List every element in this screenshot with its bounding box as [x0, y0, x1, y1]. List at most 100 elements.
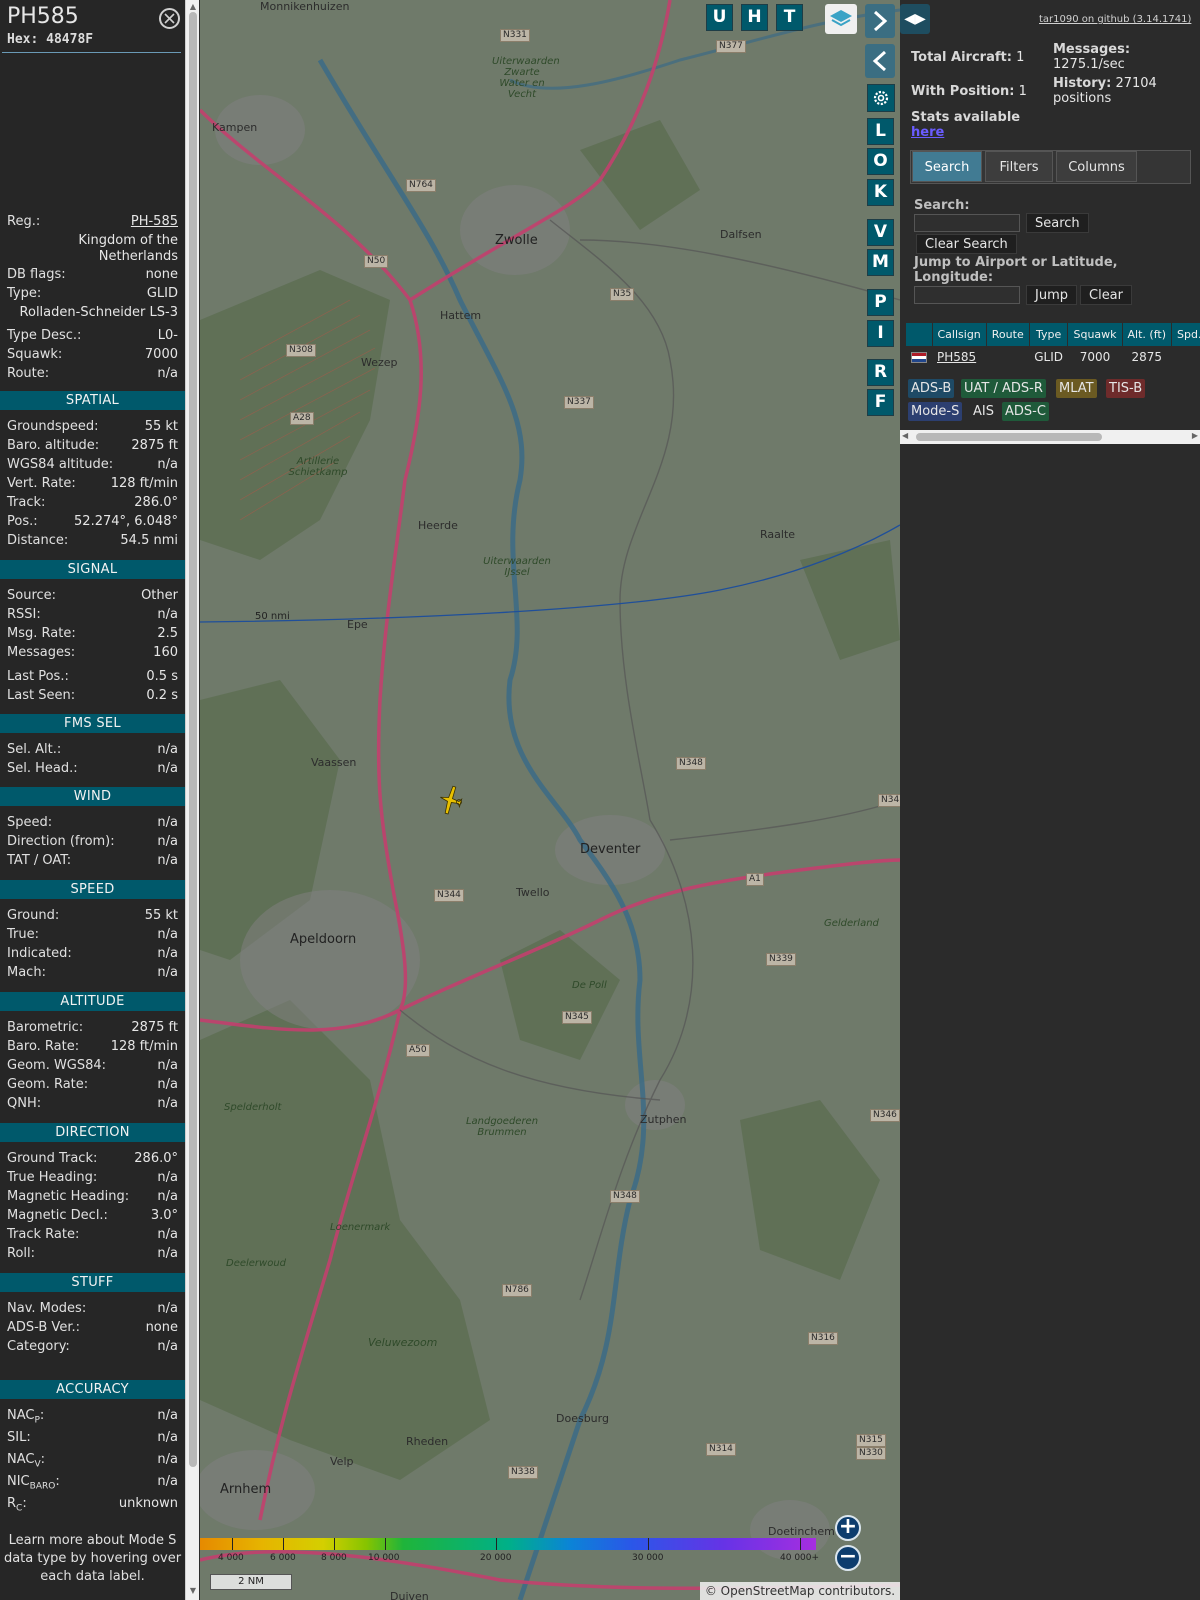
info-row-label[interactable]: Speed: — [7, 814, 52, 832]
info-row-label[interactable]: Ground Track: — [7, 1150, 97, 1168]
info-row-label[interactable]: Groundspeed: — [7, 418, 98, 436]
info-row-label[interactable]: QNH: — [7, 1095, 41, 1113]
column-header-callsign[interactable]: Callsign — [932, 323, 987, 346]
tab-filters[interactable]: Filters — [985, 151, 1053, 182]
close-icon[interactable] — [159, 8, 180, 29]
toggle-p-button[interactable]: P — [867, 289, 894, 316]
info-row-label[interactable]: Messages: — [7, 644, 75, 662]
info-row-label[interactable]: Track Rate: — [7, 1226, 79, 1244]
toggle-l-button[interactable]: L — [867, 118, 894, 145]
info-row-label[interactable]: Geom. Rate: — [7, 1076, 88, 1094]
column-header-squawk[interactable]: Squawk — [1067, 323, 1123, 346]
zoom-in-icon[interactable]: + — [835, 1515, 861, 1541]
info-scroll-thumb[interactable] — [189, 12, 197, 1467]
search-button[interactable]: Search — [1026, 213, 1089, 233]
info-row-label[interactable]: Vert. Rate: — [7, 475, 76, 493]
info-row-label[interactable]: Msg. Rate: — [7, 625, 76, 643]
section-header-wind[interactable]: WIND — [0, 787, 185, 806]
info-row-label[interactable]: Ground: — [7, 907, 59, 925]
zoom-out-icon[interactable]: − — [835, 1545, 861, 1571]
toggle-r-button[interactable]: R — [867, 359, 894, 386]
info-row-label[interactable]: RSSI: — [7, 606, 41, 624]
info-row-label[interactable]: Baro. Rate: — [7, 1038, 79, 1056]
clear-button[interactable]: Clear — [1080, 285, 1132, 305]
cell-callsign[interactable]: PH585 — [932, 346, 986, 367]
info-row-label[interactable]: Roll: — [7, 1245, 35, 1263]
chip-ais[interactable]: AIS — [970, 402, 997, 421]
section-header-signal[interactable]: SIGNAL — [0, 560, 185, 579]
info-row-label[interactable]: NACP: — [7, 1407, 44, 1430]
scroll-left-icon[interactable]: ◀ — [902, 431, 908, 440]
info-row-label[interactable]: TAT / OAT: — [7, 852, 71, 870]
toggle-k-button[interactable]: K — [867, 179, 894, 206]
table-row[interactable]: PH585 GLID 7000 2875 — [906, 346, 1200, 367]
expand-sidebar-icon[interactable] — [865, 4, 895, 38]
info-row-label[interactable]: Nav. Modes: — [7, 1300, 86, 1318]
toggle-i-button[interactable]: I — [867, 320, 894, 347]
column-header-altitude[interactable]: Alt. (ft) — [1122, 323, 1173, 346]
table-horizontal-scrollbar[interactable]: ◀ ▶ — [900, 430, 1200, 444]
info-row-label[interactable]: RC: — [7, 1495, 27, 1518]
info-row-label[interactable]: Magnetic Decl.: — [7, 1207, 108, 1225]
info-row-label[interactable]: NICBARO: — [7, 1473, 60, 1496]
toggle-o-button[interactable]: O — [867, 148, 894, 175]
info-row-label[interactable]: Source: — [7, 587, 56, 605]
clear-search-button[interactable]: Clear Search — [916, 234, 1017, 254]
toggle-u-button[interactable]: U — [706, 4, 733, 31]
toggle-h-button[interactable]: H — [741, 4, 768, 31]
chip-modes[interactable]: Mode-S — [908, 402, 963, 421]
chip-adsc[interactable]: ADS-C — [1002, 402, 1049, 421]
column-header-speed[interactable]: Spd. — [1171, 323, 1200, 346]
jump-button[interactable]: Jump — [1026, 285, 1077, 305]
info-row-label[interactable]: Pos.: — [7, 513, 38, 531]
scroll-up-icon[interactable]: ▲ — [188, 2, 198, 12]
map-view[interactable]: Kampen Zwolle Dalfsen Hattem Wezep Heerd… — [200, 0, 900, 1600]
info-row-label[interactable]: Last Seen: — [7, 687, 75, 705]
info-row-label[interactable]: True: — [7, 926, 39, 944]
column-header-type[interactable]: Type — [1029, 323, 1069, 346]
settings-gear-icon[interactable] — [867, 84, 895, 112]
toggle-v-button[interactable]: V — [867, 219, 894, 246]
tab-search[interactable]: Search — [912, 151, 982, 182]
toggle-f-button[interactable]: F — [867, 389, 894, 416]
stats-here-link[interactable]: here — [911, 125, 944, 140]
map-attribution[interactable]: © OpenStreetMap contributors. — [700, 1582, 900, 1600]
reg-link[interactable]: PH-585 — [131, 213, 178, 231]
h-scroll-thumb[interactable] — [916, 433, 1102, 441]
info-row-label[interactable]: Barometric: — [7, 1019, 83, 1037]
section-header-stuff[interactable]: STUFF — [0, 1273, 185, 1292]
info-row-label[interactable]: ADS-B Ver.: — [7, 1319, 80, 1337]
info-row-label[interactable]: Category: — [7, 1338, 70, 1356]
info-row-label[interactable]: True Heading: — [7, 1169, 97, 1187]
layers-icon[interactable] — [825, 4, 857, 34]
section-header-speed[interactable]: SPEED — [0, 880, 185, 899]
jump-input[interactable] — [914, 286, 1020, 304]
info-row-label[interactable]: Magnetic Heading: — [7, 1188, 129, 1206]
section-header-spatial[interactable]: SPATIAL — [0, 391, 185, 410]
info-row-label[interactable]: Direction (from): — [7, 833, 115, 851]
search-input[interactable] — [914, 214, 1020, 232]
info-row-label[interactable]: Baro. altitude: — [7, 437, 99, 455]
info-row-label[interactable]: Last Pos.: — [7, 668, 69, 686]
swap-sides-icon[interactable]: ◀▶ — [900, 4, 930, 34]
section-header-altitude[interactable]: ALTITUDE — [0, 992, 185, 1011]
info-row-label[interactable]: Distance: — [7, 532, 68, 550]
info-row-label[interactable]: Mach: — [7, 964, 46, 982]
chip-tisb[interactable]: TIS-B — [1106, 379, 1146, 398]
info-row-label[interactable]: SIL: — [7, 1429, 31, 1447]
section-header-fms[interactable]: FMS SEL — [0, 714, 185, 733]
section-header-accuracy[interactable]: ACCURACY — [0, 1380, 185, 1399]
info-row-label[interactable]: Sel. Head.: — [7, 760, 78, 778]
column-header-flag[interactable] — [906, 323, 933, 346]
info-row-label[interactable]: WGS84 altitude: — [7, 456, 113, 474]
toggle-t-button[interactable]: T — [776, 4, 803, 31]
info-row-label[interactable]: NACV: — [7, 1451, 45, 1474]
chip-mlat[interactable]: MLAT — [1056, 379, 1097, 398]
chip-adsb[interactable]: ADS-B — [908, 379, 955, 398]
scroll-right-icon[interactable]: ▶ — [1192, 431, 1198, 440]
scroll-down-icon[interactable]: ▼ — [188, 1586, 198, 1596]
chip-uat-adsr[interactable]: UAT / ADS-R — [961, 379, 1046, 398]
info-scrollbar[interactable]: ▲ ▼ — [185, 0, 199, 1600]
info-row-label[interactable]: Track: — [7, 494, 45, 512]
info-row-label[interactable]: Sel. Alt.: — [7, 741, 61, 759]
